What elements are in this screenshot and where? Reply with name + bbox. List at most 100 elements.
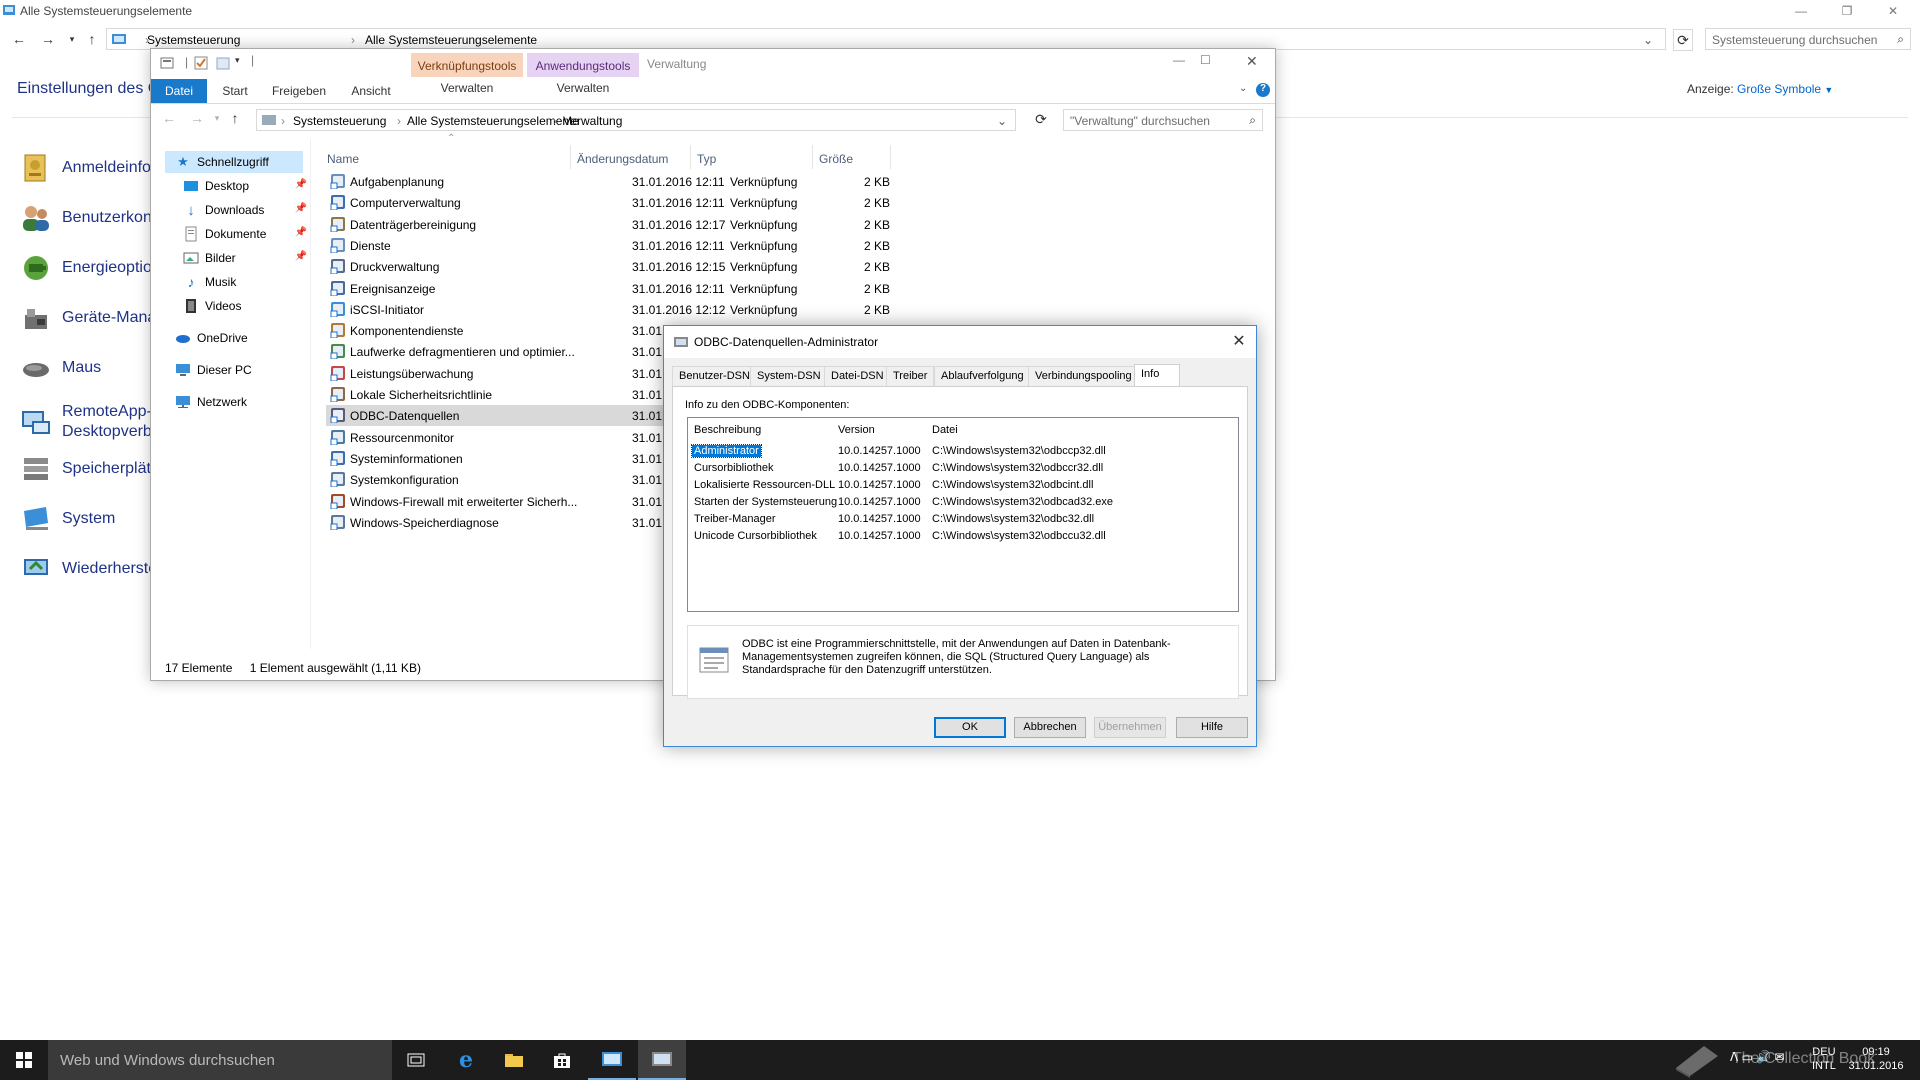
task-view-button[interactable]: [392, 1040, 440, 1080]
forward-arrow-icon[interactable]: →: [187, 109, 207, 127]
breadcrumb-item[interactable]: Systemsteuerung: [147, 33, 240, 47]
apply-button[interactable]: Übernehmen: [1094, 717, 1166, 738]
taskbar-search-input[interactable]: Web und Windows durchsuchen: [48, 1040, 392, 1080]
breadcrumb-item[interactable]: Alle Systemsteuerungselemente: [365, 33, 537, 47]
tab-info[interactable]: Info: [1134, 364, 1180, 387]
control-panel-taskbar-button[interactable]: [588, 1040, 636, 1080]
back-arrow-icon[interactable]: ←: [159, 109, 179, 127]
component-row[interactable]: Lokalisierte Ressourcen-DLL 10.0.14257.10…: [694, 477, 1234, 493]
recent-locations-chevron-icon[interactable]: ▾: [62, 30, 82, 48]
tab-tracing[interactable]: Ablaufverfolgung: [934, 366, 1031, 386]
tab-start[interactable]: Start: [209, 79, 261, 103]
sidebar-item-this-pc[interactable]: Dieser PC: [175, 359, 307, 381]
explorer-search-input[interactable]: "Verwaltung" durchsuchen ⌕: [1063, 109, 1263, 131]
close-button[interactable]: ✕: [1246, 53, 1258, 70]
cp-item-storage[interactable]: Speicherplät: [18, 449, 151, 489]
sidebar-item-quick-access[interactable]: ★ Schnellzugriff: [165, 151, 303, 173]
cp-item-remoteapp[interactable]: RemoteApp- Desktopverb: [18, 400, 152, 444]
tab-file[interactable]: Datei: [151, 79, 207, 103]
breadcrumb-item[interactable]: Systemsteuerung: [293, 114, 386, 128]
file-row[interactable]: Ereignisanzeige 31.01.2016 12:11 Verknüpfu…: [326, 278, 926, 299]
ctx-tab-app-tools[interactable]: Anwendungstools Verwalten: [527, 53, 639, 103]
sidebar-item-pictures[interactable]: Bilder 📌: [183, 247, 307, 269]
cp-item-device-manager[interactable]: Geräte-Mana: [18, 298, 156, 338]
cancel-button[interactable]: Abbrechen: [1014, 717, 1086, 738]
minimize-button[interactable]: —: [1778, 0, 1824, 22]
address-dropdown-chevron-icon[interactable]: ⌄: [1643, 33, 1653, 47]
component-row[interactable]: Unicode Cursorbibliothek 10.0.14257.1000 C…: [694, 528, 1234, 544]
cp-item-mouse[interactable]: Maus: [18, 348, 101, 388]
sidebar-item-network[interactable]: Netzwerk: [175, 391, 307, 413]
tab-drivers[interactable]: Treiber: [886, 366, 935, 386]
tab-file-dsn[interactable]: Datei-DSN: [824, 366, 891, 386]
list-column-header-description[interactable]: Beschreibung: [694, 424, 761, 436]
control-panel-search-input[interactable]: Systemsteuerung durchsuchen ⌕: [1705, 28, 1911, 50]
file-row[interactable]: Aufgabenplanung 31.01.2016 12:11 Verknüpfu…: [326, 171, 926, 192]
recent-locations-chevron-icon[interactable]: ▾: [207, 109, 227, 127]
cp-item-power[interactable]: Energieoptio: [18, 248, 152, 288]
sidebar-item-onedrive[interactable]: OneDrive: [175, 327, 307, 349]
cp-item-credential[interactable]: Anmeldeinfo: [18, 148, 151, 188]
sidebar-item-desktop[interactable]: Desktop 📌: [183, 175, 307, 197]
address-dropdown-chevron-icon[interactable]: ⌄: [997, 114, 1007, 128]
pin-icon[interactable]: 📌: [295, 203, 307, 214]
component-row[interactable]: Treiber-Manager 10.0.14257.1000 C:\Windows…: [694, 511, 1234, 527]
component-row[interactable]: Starten der Systemsteuerung 10.0.14257.10…: [694, 494, 1234, 510]
component-row[interactable]: Administrator 10.0.14257.1000 C:\Windows\s…: [691, 443, 1234, 459]
close-icon[interactable]: ✕: [1228, 331, 1250, 353]
file-row[interactable]: Dienste 31.01.2016 12:11 Verknüpfung 2 KB: [326, 235, 926, 256]
pin-icon[interactable]: 📌: [295, 251, 307, 262]
view-value[interactable]: Große Symbole: [1737, 82, 1821, 96]
maximize-button[interactable]: ☐: [1200, 53, 1211, 67]
tab-share[interactable]: Freigeben: [263, 79, 335, 103]
cp-item-recovery[interactable]: Wiederherste: [18, 549, 157, 589]
restore-button[interactable]: ❐: [1824, 0, 1870, 22]
sidebar-item-music[interactable]: ♪ Musik: [183, 271, 307, 293]
components-list[interactable]: Beschreibung Version Datei Administrator…: [687, 417, 1239, 612]
ok-button[interactable]: OK: [934, 717, 1006, 738]
up-arrow-icon[interactable]: ↑: [82, 30, 102, 48]
minimize-button[interactable]: —: [1173, 53, 1185, 67]
ribbon-collapse-chevron-icon[interactable]: ⌄: [1239, 83, 1247, 94]
refresh-icon[interactable]: ⟳: [1673, 29, 1693, 51]
file-row[interactable]: Druckverwaltung 31.01.2016 12:15 Verknüpfu…: [326, 256, 926, 277]
qat-new-folder-icon[interactable]: [215, 55, 231, 71]
view-selector[interactable]: Anzeige: Große Symbole ▼: [1687, 82, 1833, 96]
qat-properties-icon[interactable]: [159, 55, 175, 71]
column-header-type[interactable]: Typ: [691, 145, 813, 169]
file-explorer-button[interactable]: [490, 1040, 538, 1080]
sidebar-item-documents[interactable]: Dokumente 📌: [183, 223, 307, 245]
list-column-header-file[interactable]: Datei: [932, 424, 958, 436]
file-row[interactable]: iSCSI-Initiator 31.01.2016 12:12 Verknüpfu…: [326, 299, 926, 320]
tab-view[interactable]: Ansicht: [337, 79, 405, 103]
file-row[interactable]: Computerverwaltung 31.01.2016 12:11 Verknü…: [326, 192, 926, 213]
cp-item-users[interactable]: Benutzerkont: [18, 198, 156, 238]
column-header-size[interactable]: Größe: [813, 145, 891, 169]
close-button[interactable]: ✕: [1870, 0, 1916, 22]
explorer-breadcrumb[interactable]: › Systemsteuerung › Alle Systemsteuerung…: [256, 109, 1016, 131]
list-column-header-version[interactable]: Version: [838, 424, 875, 436]
help-button[interactable]: Hilfe: [1176, 717, 1248, 738]
qat-checkmark-icon[interactable]: [193, 55, 209, 71]
cp-item-system[interactable]: System: [18, 499, 115, 539]
ctx-tab-shortcut-tools[interactable]: Verknüpfungstools Verwalten: [411, 53, 523, 103]
help-icon[interactable]: ?: [1256, 83, 1270, 97]
back-arrow-icon[interactable]: ←: [9, 30, 29, 48]
tab-connection-pooling[interactable]: Verbindungspooling: [1028, 366, 1139, 386]
component-row[interactable]: Cursorbibliothek 10.0.14257.1000 C:\Window…: [694, 460, 1234, 476]
start-button[interactable]: [0, 1040, 48, 1080]
tab-system-dsn[interactable]: System-DSN: [750, 366, 828, 386]
file-row[interactable]: Datenträgerbereinigung 31.01.2016 12:17 Ve…: [326, 214, 926, 235]
pin-icon[interactable]: 📌: [295, 179, 307, 190]
refresh-icon[interactable]: ⟳: [1031, 110, 1051, 128]
column-header-date[interactable]: Änderungsdatum: [571, 145, 691, 169]
ctx-tab-sub[interactable]: Verwalten: [411, 81, 523, 95]
sidebar-item-downloads[interactable]: ↓ Downloads 📌: [183, 199, 307, 221]
edge-button[interactable]: e: [442, 1040, 490, 1080]
breadcrumb-item[interactable]: Verwaltung: [563, 114, 622, 128]
odbc-taskbar-button[interactable]: [638, 1040, 686, 1080]
pin-icon[interactable]: 📌: [295, 227, 307, 238]
ctx-tab-sub[interactable]: Verwalten: [527, 81, 639, 95]
tab-user-dsn[interactable]: Benutzer-DSN: [672, 366, 757, 386]
control-panel-breadcrumb[interactable]: › Systemsteuerung › Alle Systemsteuerung…: [106, 28, 1666, 50]
